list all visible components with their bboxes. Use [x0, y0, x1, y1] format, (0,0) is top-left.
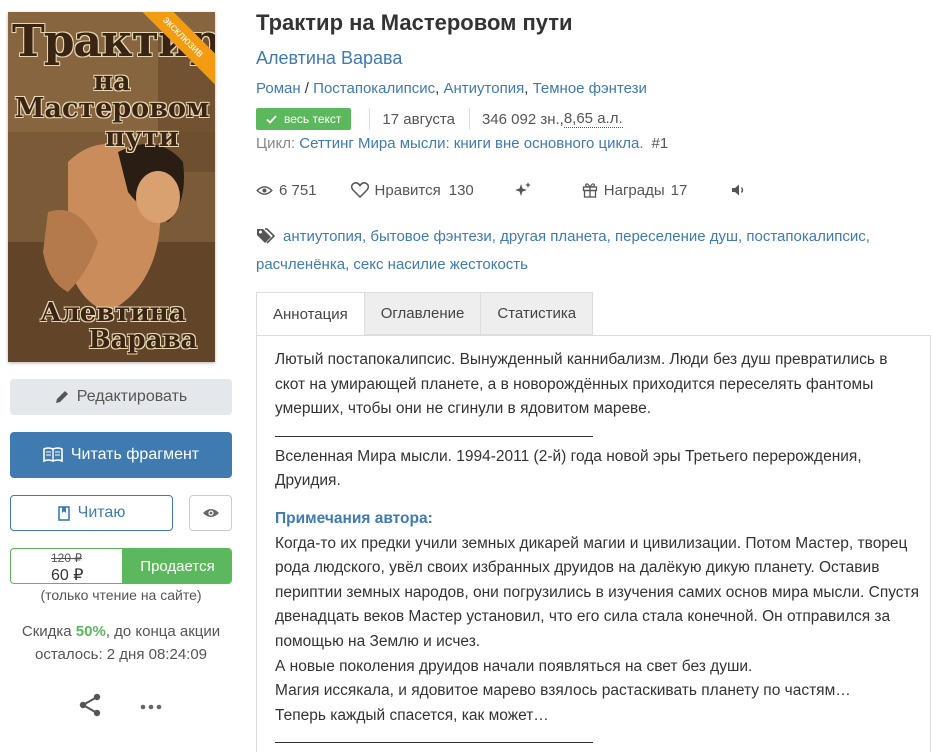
discount-suffix: , до конца акции: [105, 623, 221, 640]
more-options-icon[interactable]: [139, 701, 163, 711]
annotation-paragraph: Когда-то их предки учили земных дикарей …: [275, 534, 920, 650]
share-icon[interactable]: [78, 693, 102, 721]
heart-icon: [350, 182, 369, 198]
author-link[interactable]: Алевтина Варава: [256, 48, 402, 69]
annotation-paragraph: Вселенная Мира мысли. 1994-2011 (2-й) го…: [275, 447, 862, 490]
cycle-info: Цикл: Сеттинг Мира мысли: книги вне осно…: [256, 135, 668, 152]
like-button[interactable]: Нравится 130: [350, 181, 474, 199]
views-count: 6 751: [279, 181, 317, 199]
tag-link[interactable]: секс насилие жестокость: [353, 256, 528, 273]
genre-link[interactable]: Антиутопия: [444, 80, 525, 97]
purchase-note: (только чтение на сайте): [40, 587, 202, 603]
author-notes-heading: Примечания автора:: [275, 509, 433, 527]
size-chars: 346 092 зн.,: [481, 110, 564, 128]
book-title: Трактир на Мастеровом пути: [256, 10, 573, 35]
views-counter: 6 751: [256, 182, 317, 199]
divider: [275, 435, 593, 437]
cover-title-line: на Мастеровом: [14, 66, 210, 124]
tag-list: антиутопия, бытовое фэнтези, другая план…: [256, 227, 870, 273]
annotation-text: Лютый постапокалипсис. Вынужденный канни…: [275, 348, 920, 751]
annotation-paragraph: Лютый постапокалипсис. Вынужденный канни…: [275, 351, 888, 418]
discount-prefix: Скидка: [21, 623, 76, 640]
divider: [275, 742, 593, 744]
likes-count: 130: [448, 181, 474, 199]
genre-separator: /: [300, 80, 314, 97]
gift-icon: [582, 182, 598, 198]
divider: [369, 108, 371, 130]
new-price: 60 ₽: [51, 567, 84, 584]
read-fragment-button[interactable]: Читать фрагмент: [10, 432, 232, 478]
awards-button[interactable]: Награды 17: [582, 181, 688, 199]
open-book-icon: [43, 447, 63, 463]
edit-button-label: Редактировать: [76, 388, 188, 405]
discount-percent: 50%: [75, 623, 106, 640]
sparkle-icon[interactable]: [514, 182, 532, 198]
reading-button-label: Читаю: [77, 504, 126, 521]
pencil-icon: [55, 390, 69, 404]
tab-annotation[interactable]: Аннотация: [256, 292, 365, 336]
discount-info: Скидка 50%, до конца акции осталось: 2 д…: [10, 620, 232, 666]
full-text-label: весь текст: [284, 112, 342, 126]
bookmark-book-icon: [57, 505, 70, 521]
tag-link[interactable]: переселение душ: [615, 228, 738, 245]
old-price: 120 ₽: [51, 551, 82, 565]
annotation-paragraph: Магия иссякала, и ядовитое марево взялос…: [275, 682, 851, 700]
reading-button[interactable]: Читаю: [10, 495, 173, 531]
annotation-paragraph: А новые поколения друидов начали появлят…: [275, 657, 753, 675]
divider: [468, 108, 470, 130]
publish-date: 17 августа: [382, 110, 455, 128]
tab-contents[interactable]: Оглавление: [364, 292, 482, 335]
genre-link[interactable]: Темное фэнтези: [533, 80, 647, 97]
book-meta: весь текст 17 августа 346 092 зн., 8,65 …: [256, 107, 623, 131]
awards-label: Награды: [603, 181, 665, 199]
likes-label: Нравится: [374, 181, 441, 199]
tag-link[interactable]: расчленёнка: [256, 256, 345, 273]
cycle-label: Цикл:: [256, 135, 300, 152]
cover-title-line: пути: [105, 122, 179, 153]
cover-author-line: Варава: [88, 325, 198, 356]
eye-icon: [256, 185, 273, 196]
tag-link[interactable]: бытовое фэнтези: [370, 228, 491, 245]
read-fragment-label: Читать фрагмент: [70, 446, 200, 463]
awards-count: 17: [670, 181, 688, 199]
tab-bar: Аннотация Оглавление Статистика: [256, 292, 594, 336]
tag-link[interactable]: антиутопия: [283, 228, 362, 245]
discount-countdown: осталось: 2 дня 08:24:09: [34, 646, 208, 663]
book-cover[interactable]: Трактир на Мастеровом пути Алевтина Вара…: [8, 12, 215, 362]
tag-link[interactable]: постапокалипсис: [746, 228, 865, 245]
edit-button[interactable]: Редактировать: [10, 379, 232, 415]
buy-button[interactable]: Продается: [122, 549, 231, 583]
book-stats: 6 751 Нравится 130 Награды 17: [256, 178, 747, 202]
watch-button[interactable]: [189, 495, 232, 531]
genres: Роман / Постапокалипсис, Антиутопия, Тем…: [256, 80, 647, 97]
speaker-icon[interactable]: [731, 183, 747, 197]
eye-icon: [202, 507, 220, 519]
cover-author-line: Алевтина: [40, 298, 186, 328]
genre-link[interactable]: Постапокалипсис: [313, 80, 435, 97]
cycle-number: #1: [651, 135, 669, 152]
annotation-paragraph: Теперь каждый спасется, как может…: [275, 706, 549, 724]
tab-statistics[interactable]: Статистика: [481, 292, 594, 335]
size-author-sheets: 8,65 а.л.: [563, 110, 623, 128]
price-box: 120 ₽ 60 ₽ Продается: [10, 548, 232, 584]
cycle-link[interactable]: Сеттинг Мира мысли: книги вне основного …: [299, 135, 643, 152]
full-text-badge: весь текст: [256, 108, 352, 130]
tags-icon: [256, 227, 277, 252]
cover-author: Алевтина Варава: [14, 298, 212, 356]
check-icon: [266, 114, 277, 124]
tag-link[interactable]: другая планета: [500, 228, 607, 245]
genre-link[interactable]: Роман: [256, 80, 301, 97]
